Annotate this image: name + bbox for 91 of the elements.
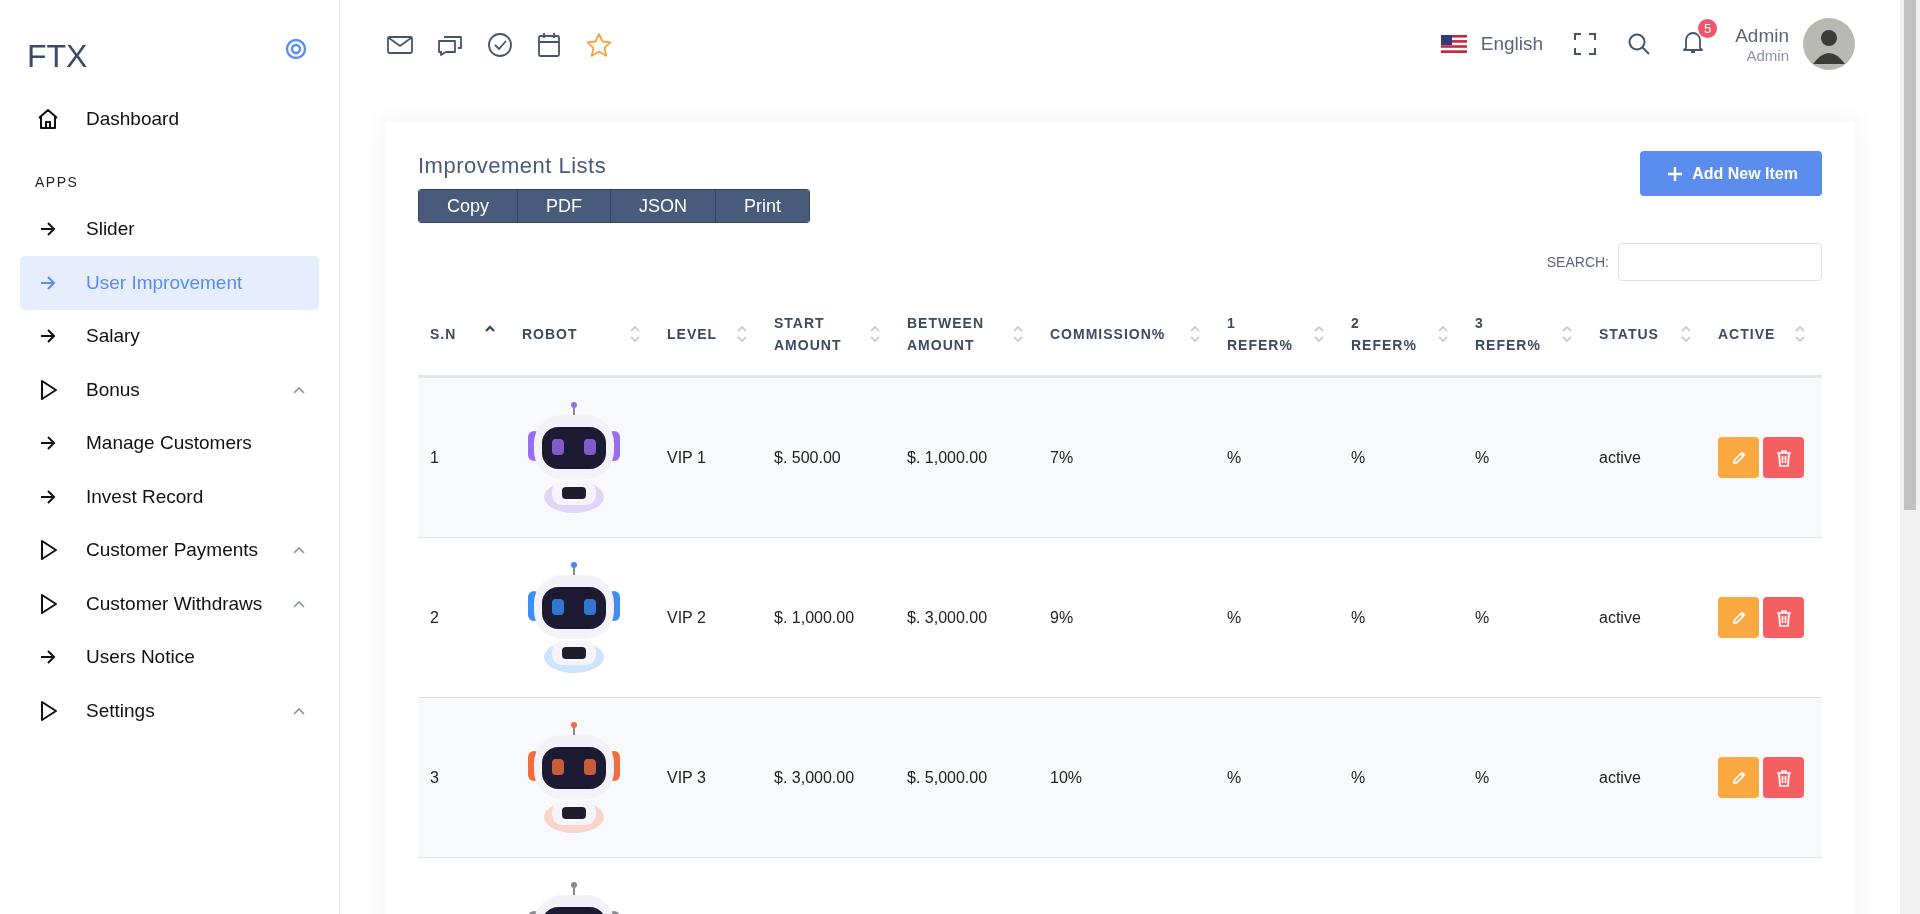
delete-button[interactable] — [1763, 597, 1804, 638]
column-header[interactable]: 1 REFER% — [1227, 312, 1293, 356]
language-selector[interactable]: English — [1440, 33, 1544, 55]
plus-icon — [1668, 166, 1683, 181]
column-header[interactable]: START AMOUNT — [774, 312, 842, 356]
notification-badge: 5 — [1698, 19, 1718, 38]
nav-item[interactable]: Settings — [20, 684, 319, 738]
check-circle-icon[interactable] — [487, 32, 513, 58]
percent-cell: % — [1227, 448, 1242, 467]
star-icon[interactable] — [585, 32, 613, 58]
trash-icon — [1775, 608, 1792, 627]
percent-cell: 9% — [1050, 608, 1074, 627]
column-header[interactable]: COMMISSION% — [1050, 323, 1166, 345]
edit-button[interactable] — [1718, 757, 1759, 798]
nav-item[interactable]: Customer Withdraws — [20, 577, 319, 631]
bell-icon[interactable] — [1681, 29, 1706, 55]
column-header[interactable]: ACTIVE — [1718, 323, 1776, 345]
logo: FTX — [27, 37, 88, 75]
nav-item[interactable]: Salary — [20, 309, 319, 363]
column-header[interactable]: LEVEL — [667, 323, 718, 345]
nav-item[interactable]: Customer Payments — [20, 523, 319, 577]
level-cell: VIP 2 — [667, 608, 706, 627]
fullscreen-icon[interactable] — [1573, 32, 1598, 56]
sn-cell: 2 — [430, 608, 439, 627]
avatar[interactable] — [1803, 18, 1855, 70]
chevron-icon — [293, 706, 305, 715]
chevron-icon — [293, 385, 305, 394]
search-field[interactable] — [1618, 243, 1822, 281]
user-name: Admin — [1735, 24, 1789, 47]
nav-item[interactable]: Slider — [20, 202, 319, 256]
percent-cell: % — [1227, 768, 1242, 787]
column-header[interactable]: ROBOT — [522, 323, 578, 345]
nav-item[interactable]: Users Notice — [20, 630, 319, 684]
card-title: Improvement Lists — [418, 153, 608, 179]
percent-cell: % — [1475, 608, 1490, 627]
edit-button[interactable] — [1718, 597, 1759, 638]
target-icon[interactable] — [285, 38, 307, 60]
percent-cell: % — [1351, 608, 1366, 627]
percent-cell: % — [1475, 768, 1490, 787]
nav-item[interactable]: Dashboard — [20, 92, 319, 146]
export-button[interactable]: PDF — [518, 190, 612, 222]
nav-item[interactable]: Invest Record — [20, 470, 319, 524]
nav-item[interactable]: Bonus — [20, 363, 319, 417]
pencil-icon — [1730, 449, 1747, 466]
home-icon — [36, 106, 60, 131]
scrollbar-thumb[interactable] — [1904, 0, 1916, 510]
trash-icon — [1775, 448, 1792, 467]
trash-icon — [1775, 768, 1792, 787]
level-cell: VIP 3 — [667, 768, 706, 787]
mail-icon[interactable] — [387, 35, 413, 55]
level-cell: VIP 1 — [667, 448, 706, 467]
sn-cell: 1 — [430, 448, 439, 467]
sn-cell: 3 — [430, 768, 439, 787]
chevron-icon — [293, 599, 305, 608]
percent-cell: 7% — [1050, 448, 1074, 467]
chevron-icon — [293, 546, 305, 555]
pencil-icon — [1730, 769, 1747, 786]
export-button[interactable]: Print — [716, 190, 810, 222]
delete-button[interactable] — [1763, 437, 1804, 478]
export-button[interactable]: Copy — [419, 190, 519, 222]
percent-cell: % — [1351, 448, 1366, 467]
section-label: APPS — [34, 172, 80, 192]
amount-cell: $. 3,000.00 — [907, 608, 988, 627]
status-cell: active — [1599, 448, 1641, 467]
percent-cell: % — [1351, 768, 1366, 787]
amount-cell: $. 1,000.00 — [774, 608, 855, 627]
column-header[interactable]: BETWEEN AMOUNT — [907, 312, 984, 356]
percent-cell: % — [1227, 608, 1242, 627]
column-header[interactable]: 3 REFER% — [1475, 312, 1541, 356]
status-cell: active — [1599, 768, 1641, 787]
export-button[interactable]: JSON — [611, 190, 717, 222]
user-role: Admin — [1746, 46, 1789, 64]
flag-icon — [1440, 35, 1467, 53]
chat-icon[interactable] — [437, 33, 463, 57]
column-header[interactable]: 2 REFER% — [1351, 312, 1417, 356]
amount-cell: $. 500.00 — [774, 448, 841, 467]
calendar-icon[interactable] — [537, 32, 561, 58]
delete-button[interactable] — [1763, 757, 1804, 798]
amount-cell: $. 1,000.00 — [907, 448, 988, 467]
pencil-icon — [1730, 609, 1747, 626]
amount-cell: $. 3,000.00 — [774, 768, 855, 787]
percent-cell: % — [1475, 448, 1490, 467]
percent-cell: 10% — [1050, 768, 1083, 787]
status-cell: active — [1599, 608, 1641, 627]
search-label: SEARCH: — [1546, 254, 1609, 270]
column-header[interactable]: S.N — [430, 323, 457, 345]
amount-cell: $. 5,000.00 — [907, 768, 988, 787]
nav-item[interactable]: Manage Customers — [20, 416, 319, 470]
column-header[interactable]: STATUS — [1599, 323, 1659, 345]
search-icon[interactable] — [1627, 32, 1652, 56]
edit-button[interactable] — [1718, 437, 1759, 478]
